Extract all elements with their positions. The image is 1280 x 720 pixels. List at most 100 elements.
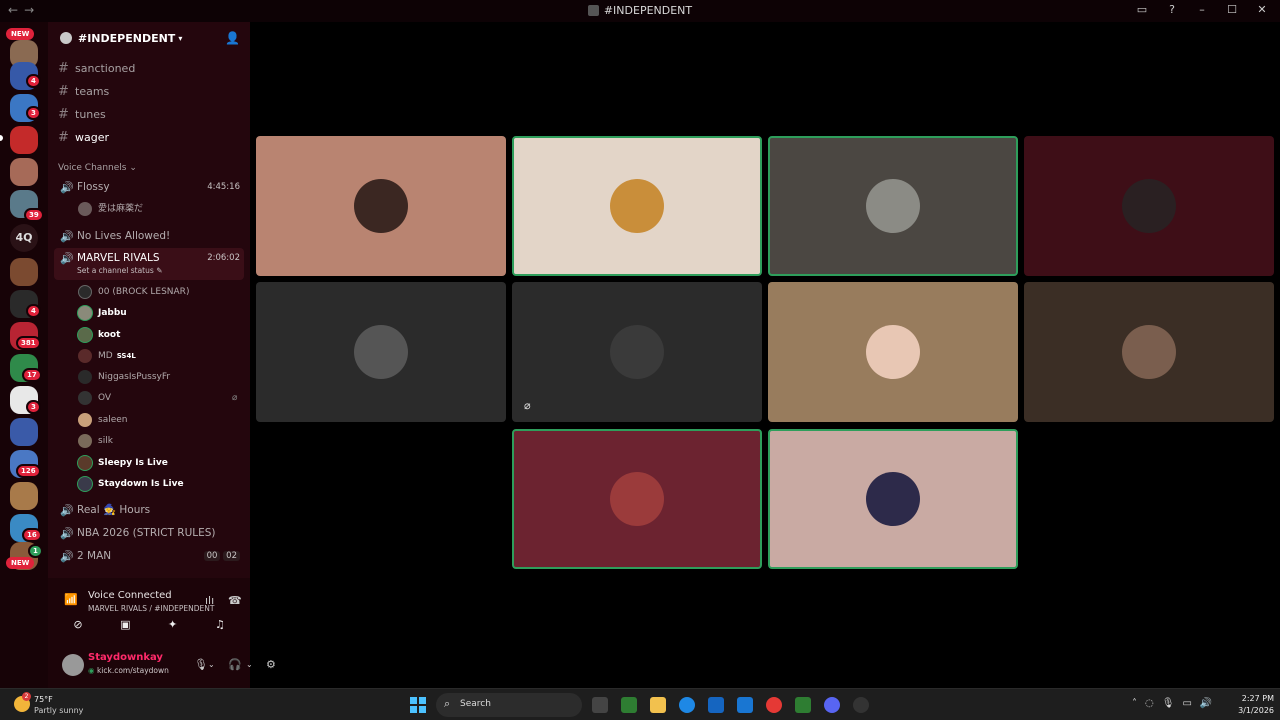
speaker-icon: 🔊: [60, 181, 74, 194]
chrome-icon[interactable]: [766, 697, 782, 713]
edge-icon[interactable]: [679, 697, 695, 713]
app-icon[interactable]: [795, 697, 811, 713]
member-tag: SS4L: [116, 352, 136, 360]
text-channel[interactable]: # sanctioned: [58, 60, 135, 78]
soundboard-icon[interactable]: ♫: [200, 614, 240, 636]
server-icon[interactable]: 4Q: [10, 224, 38, 252]
windows-start-icon[interactable]: [410, 697, 426, 713]
avatar: [78, 391, 92, 405]
store-icon[interactable]: [708, 697, 724, 713]
participant-tile[interactable]: [1024, 282, 1274, 422]
server-header[interactable]: #INDEPENDENT ▾ 👤: [48, 22, 250, 54]
outlook-icon[interactable]: [737, 697, 753, 713]
voice-member[interactable]: Sleepy Is Live: [78, 453, 168, 473]
participant-tile[interactable]: ⌀: [512, 282, 762, 422]
text-channel[interactable]: # tunes: [58, 106, 106, 124]
voice-member[interactable]: koot: [78, 325, 120, 345]
server-unread-badge: 3: [26, 106, 41, 120]
chevron-down-icon[interactable]: ⌄: [208, 660, 215, 669]
voice-channel-nba[interactable]: 🔊 NBA 2026 (STRICT RULES): [54, 523, 244, 543]
disconnect-icon[interactable]: ☎: [228, 594, 242, 607]
voice-member[interactable]: 愛は麻薬だ: [78, 199, 143, 219]
avatar[interactable]: [62, 654, 84, 676]
screen-share-icon[interactable]: ▣: [105, 614, 145, 636]
voice-member[interactable]: MD SS4L: [78, 346, 136, 366]
voice-member[interactable]: 00 (BROCK LESNAR): [78, 282, 189, 302]
avatar: [78, 328, 92, 342]
signal-icon[interactable]: 📶: [64, 593, 78, 606]
voice-channel-path[interactable]: MARVEL RIVALS / #INDEPENDENT: [88, 604, 214, 613]
participant-tile[interactable]: [768, 429, 1018, 569]
minimize-icon[interactable]: –: [1194, 3, 1210, 16]
member-name: 愛は麻薬だ: [98, 204, 144, 214]
participant-tile[interactable]: [512, 136, 762, 276]
server-icon[interactable]: [10, 258, 38, 286]
participant-tile[interactable]: [768, 282, 1018, 422]
participant-tile[interactable]: [768, 136, 1018, 276]
participant-tile[interactable]: [256, 282, 506, 422]
file-explorer-icon[interactable]: [650, 697, 666, 713]
voice-channel-marvel-rivals[interactable]: 🔊 MARVEL RIVALS 2:06:02 Set a channel st…: [54, 248, 244, 280]
voice-channel-name: Flossy: [77, 181, 110, 193]
tray-app-icon[interactable]: ◌: [1145, 698, 1154, 709]
chevron-up-icon[interactable]: ˄: [1132, 698, 1137, 709]
help-icon[interactable]: ?: [1164, 3, 1180, 16]
voice-channel-2-man[interactable]: 🔊 2 MAN 00 02: [54, 546, 244, 566]
voice-channel-real-hours[interactable]: 🔊 Real 🧙 Hours: [54, 500, 244, 520]
microphone-icon[interactable]: 🎙: [1162, 698, 1175, 709]
voice-channel-no-lives[interactable]: 🔊 No Lives Allowed!: [54, 226, 244, 246]
microphone-icon[interactable]: 🎙: [194, 658, 208, 671]
chevron-down-icon[interactable]: ⌄: [246, 660, 253, 669]
maximize-icon[interactable]: ☐: [1224, 3, 1240, 16]
noise-suppression-icon[interactable]: ılı: [205, 594, 214, 607]
voice-member[interactable]: OV ⌀: [78, 388, 237, 408]
participant-avatar: [354, 325, 408, 379]
channel-status[interactable]: Set a channel status ✎: [77, 266, 162, 276]
monitor-icon[interactable]: ▭: [1182, 698, 1191, 709]
username[interactable]: Staydownkay: [88, 652, 163, 663]
voice-member[interactable]: Jabbu: [78, 303, 127, 323]
screen-share-icon[interactable]: ▭: [1134, 3, 1150, 16]
voice-member[interactable]: Staydown Is Live: [78, 474, 184, 494]
close-icon[interactable]: ✕: [1254, 3, 1270, 16]
voice-timer: 4:45:16: [207, 182, 240, 192]
weather-widget[interactable]: 2 75°F Partly sunny: [14, 692, 104, 718]
volume-icon[interactable]: 🔊: [1200, 698, 1212, 709]
server-icon[interactable]: [10, 482, 38, 510]
participant-avatar: [866, 325, 920, 379]
server-icon[interactable]: [10, 418, 38, 446]
task-view-icon[interactable]: [592, 697, 608, 713]
participant-tile[interactable]: [1024, 136, 1274, 276]
taskbar-search[interactable]: ⌕ Search: [436, 693, 582, 717]
server-icon[interactable]: [10, 126, 38, 154]
voice-channel-name: MARVEL RIVALS: [77, 252, 160, 264]
camera-off-icon[interactable]: ⊘: [58, 614, 98, 636]
voice-member[interactable]: NiggasIsPussyFr: [78, 367, 170, 387]
server-unread-badge: 3: [26, 400, 41, 414]
voice-member[interactable]: saleen: [78, 410, 127, 430]
member-name: 00 (BROCK LESNAR): [98, 287, 190, 297]
muted-mic-icon: ⌀: [232, 393, 238, 403]
participant-tile[interactable]: [512, 429, 762, 569]
add-user-icon[interactable]: 👤: [225, 31, 240, 45]
text-channel[interactable]: # wager: [58, 129, 109, 147]
activities-icon[interactable]: ✦: [153, 614, 193, 636]
settings-gear-icon[interactable]: ⚙: [266, 658, 276, 671]
avatar: [78, 456, 92, 470]
voice-channel-name: No Lives Allowed!: [77, 230, 171, 242]
taskbar-clock[interactable]: 2:27 PM 3/1/2026: [1222, 693, 1274, 717]
text-channel[interactable]: # teams: [58, 83, 109, 101]
app-icon[interactable]: [621, 697, 637, 713]
system-tray: ˄ ◌ 🎙 ▭ 🔊: [1132, 698, 1212, 709]
participant-tile[interactable]: [256, 136, 506, 276]
muted-mic-icon: ⌀: [524, 399, 531, 412]
channel-name: sanctioned: [75, 62, 136, 75]
app-icon[interactable]: [853, 697, 869, 713]
discord-icon[interactable]: [824, 697, 840, 713]
server-icon[interactable]: [10, 158, 38, 186]
voice-channel-flossy[interactable]: 🔊 Flossy 4:45:16: [54, 177, 244, 197]
voice-member[interactable]: silk: [78, 431, 113, 451]
headphones-icon[interactable]: 🎧: [228, 658, 242, 671]
speaker-icon: 🔊: [60, 230, 74, 243]
voice-category[interactable]: Voice Channels ⌄: [58, 163, 137, 173]
